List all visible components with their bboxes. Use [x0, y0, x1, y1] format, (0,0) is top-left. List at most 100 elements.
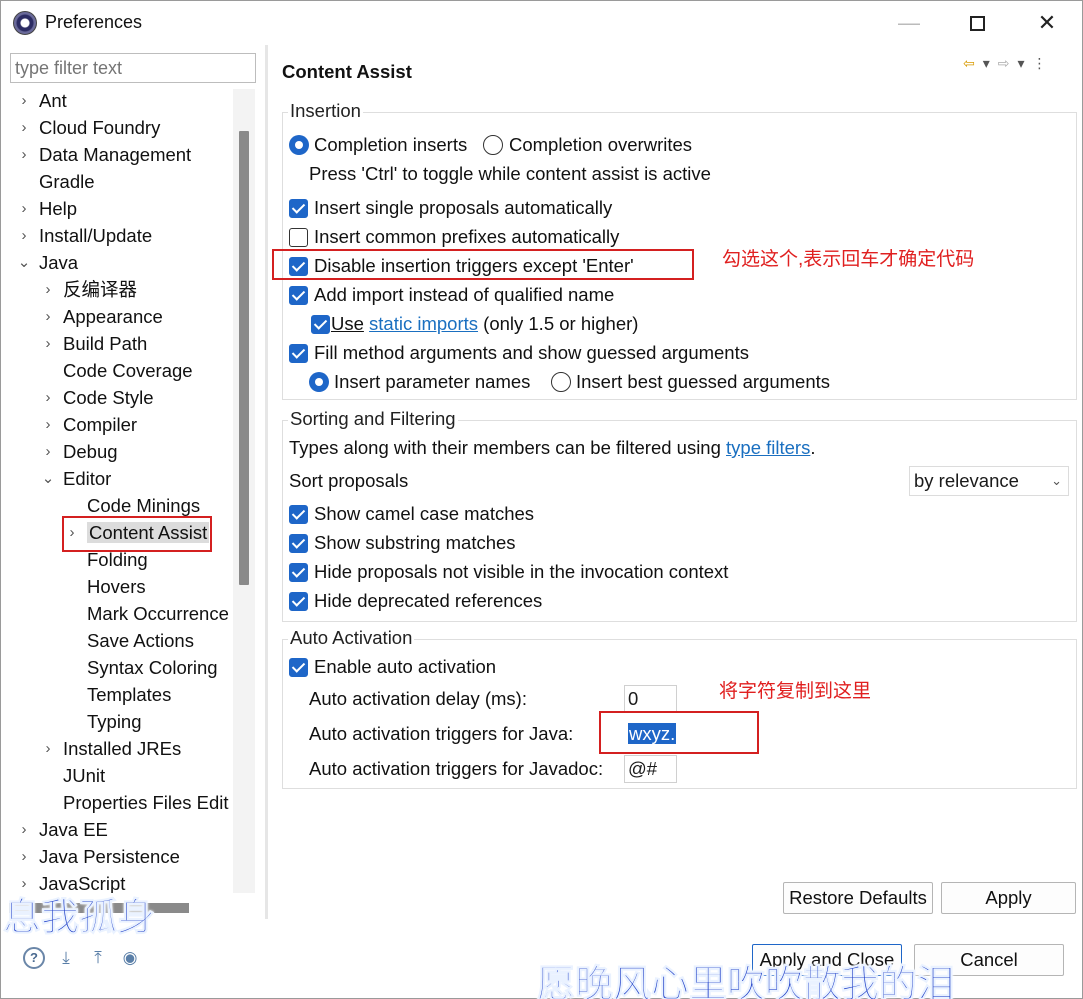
tree-item-label: Code Style	[63, 387, 154, 408]
tree-item[interactable]: ⌄ Java	[9, 249, 78, 276]
tree-item[interactable]: › Help	[9, 195, 78, 222]
chevron-right-icon[interactable]: ›	[17, 114, 31, 141]
chevron-right-icon[interactable]: ›	[41, 276, 55, 303]
export-icon[interactable]: ⤒	[87, 947, 109, 969]
tree-item[interactable]: › Java EE	[9, 816, 108, 843]
tree-item[interactable]: ⌄ Editor	[33, 465, 112, 492]
tree-item-label: Typing	[87, 711, 142, 732]
tree-item[interactable]: JUnit	[33, 762, 105, 789]
chevron-right-icon[interactable]: ›	[17, 87, 31, 114]
camel-case-checkbox[interactable]: Show camel case matches	[289, 501, 534, 527]
chevron-right-icon[interactable]: ›	[17, 816, 31, 843]
forward-dropdown-icon[interactable]: ▾	[1018, 55, 1025, 72]
chevron-down-icon: ⌄	[1051, 473, 1062, 488]
chevron-right-icon[interactable]: ›	[17, 222, 31, 249]
javadoc-triggers-input[interactable]: @#	[624, 755, 677, 783]
hide-deprecated-label: Hide deprecated references	[314, 590, 543, 611]
static-imports-checkbox[interactable]: Use static imports (only 1.5 or higher)	[311, 311, 638, 337]
sort-proposals-value: by relevance	[914, 470, 1019, 491]
tree-item[interactable]: Code Coverage	[33, 357, 193, 384]
static-imports-link[interactable]: static imports	[369, 313, 478, 334]
checkbox-checked-icon	[289, 505, 308, 524]
add-import-checkbox[interactable]: Add import instead of qualified name	[289, 282, 614, 308]
page-title: Content Assist	[282, 61, 412, 82]
tree-item-label: Properties Files Edit	[63, 792, 229, 813]
tree-item[interactable]: › Appearance	[33, 303, 163, 330]
copy-here-annotation: 将字符复制到这里	[719, 681, 872, 702]
tree-item[interactable]: › Data Management	[9, 141, 192, 168]
radio-unselected-icon	[483, 135, 503, 155]
chevron-right-icon[interactable]: ›	[41, 438, 55, 465]
chevron-right-icon[interactable]: ›	[17, 141, 31, 168]
tree-item[interactable]: › Compiler	[33, 411, 138, 438]
tree-item[interactable]: › Java Persistence	[9, 843, 180, 870]
restore-defaults-button[interactable]: Restore Defaults	[783, 882, 933, 914]
insertion-group-title: Insertion	[288, 100, 363, 122]
chevron-down-icon[interactable]: ⌄	[17, 249, 31, 276]
tree-item-label: Folding	[87, 549, 148, 570]
tree-item-label: Gradle	[39, 171, 95, 192]
chevron-right-icon[interactable]: ›	[17, 843, 31, 870]
help-icon[interactable]: ?	[23, 947, 45, 969]
sort-proposals-select[interactable]: by relevance ⌄	[909, 466, 1069, 496]
chevron-right-icon[interactable]: ›	[41, 384, 55, 411]
completion-inserts-radio[interactable]: Completion inserts	[289, 132, 467, 158]
tree-scrollbar-thumb[interactable]	[239, 131, 249, 585]
tree-item[interactable]: Syntax Coloring	[57, 654, 218, 681]
best-guessed-radio[interactable]: Insert best guessed arguments	[551, 369, 830, 395]
parameter-names-radio[interactable]: Insert parameter names	[309, 369, 530, 395]
record-icon[interactable]: ◉	[119, 947, 141, 969]
tree-item[interactable]: Code Minings	[57, 492, 200, 519]
fill-method-checkbox[interactable]: Fill method arguments and show guessed a…	[289, 340, 749, 366]
back-arrow-icon[interactable]: ⇦	[963, 55, 975, 72]
tree-item[interactable]: Properties Files Edit	[33, 789, 229, 816]
type-filters-link[interactable]: type filters	[726, 437, 810, 458]
enable-auto-activation-checkbox[interactable]: Enable auto activation	[289, 654, 496, 680]
best-guessed-label: Insert best guessed arguments	[576, 371, 831, 392]
tree-item[interactable]: › Debug	[33, 438, 118, 465]
chevron-right-icon[interactable]: ›	[41, 735, 55, 762]
import-icon[interactable]: ⤓	[55, 947, 77, 969]
preferences-window: Preferences — ✕ › Ant › Cloud Foundry › Data …	[0, 0, 1083, 999]
chevron-right-icon[interactable]: ›	[41, 411, 55, 438]
completion-overwrites-radio[interactable]: Completion overwrites	[483, 132, 692, 158]
tree-item[interactable]: › Code Style	[33, 384, 154, 411]
tree-item[interactable]: › Build Path	[33, 330, 148, 357]
single-proposals-checkbox[interactable]: Insert single proposals automatically	[289, 195, 612, 221]
apply-button[interactable]: Apply	[941, 882, 1076, 914]
minimize-button[interactable]: —	[877, 1, 941, 45]
filter-input[interactable]	[10, 53, 256, 83]
common-prefixes-checkbox[interactable]: Insert common prefixes automatically	[289, 224, 619, 250]
chevron-right-icon[interactable]: ›	[41, 330, 55, 357]
substring-checkbox[interactable]: Show substring matches	[289, 530, 516, 556]
chevron-right-icon[interactable]: ›	[41, 303, 55, 330]
tree-item[interactable]: › Install/Update	[9, 222, 153, 249]
tree-item[interactable]: › Cloud Foundry	[9, 114, 161, 141]
tree-item[interactable]: Typing	[57, 708, 142, 735]
maximize-button[interactable]	[945, 1, 1009, 45]
chevron-right-icon[interactable]: ›	[17, 195, 31, 222]
close-button[interactable]: ✕	[1015, 1, 1079, 45]
forward-arrow-icon[interactable]: ⇨	[998, 55, 1010, 72]
tree-item[interactable]: Mark Occurrence	[57, 600, 229, 627]
checkbox-checked-icon	[289, 344, 308, 363]
window-title: Preferences	[45, 12, 143, 32]
tree-item[interactable]: › Ant	[9, 87, 67, 114]
tree-item[interactable]: Save Actions	[57, 627, 194, 654]
hide-deprecated-checkbox[interactable]: Hide deprecated references	[289, 588, 542, 614]
hide-not-visible-checkbox[interactable]: Hide proposals not visible in the invoca…	[289, 559, 728, 585]
tree-item[interactable]: Hovers	[57, 573, 146, 600]
preferences-tree: › Ant › Cloud Foundry › Data Management Gradle…	[9, 87, 233, 893]
tree-item[interactable]: Gradle	[9, 168, 95, 195]
tree-item[interactable]: › 反编译器	[33, 276, 138, 303]
chevron-down-icon[interactable]: ⌄	[41, 465, 55, 492]
delay-input[interactable]: 0	[624, 685, 677, 713]
tree-item[interactable]: › Installed JREs	[33, 735, 182, 762]
checkbox-checked-icon	[289, 286, 308, 305]
back-dropdown-icon[interactable]: ▾	[983, 55, 990, 72]
tree-item[interactable]: Templates	[57, 681, 171, 708]
tree-item-label: Syntax Coloring	[87, 657, 218, 678]
subtitle-overlay-left: 息我孤身	[2, 897, 156, 940]
view-menu-icon[interactable]: ⋮	[1033, 55, 1047, 72]
panel-splitter[interactable]	[265, 45, 268, 919]
